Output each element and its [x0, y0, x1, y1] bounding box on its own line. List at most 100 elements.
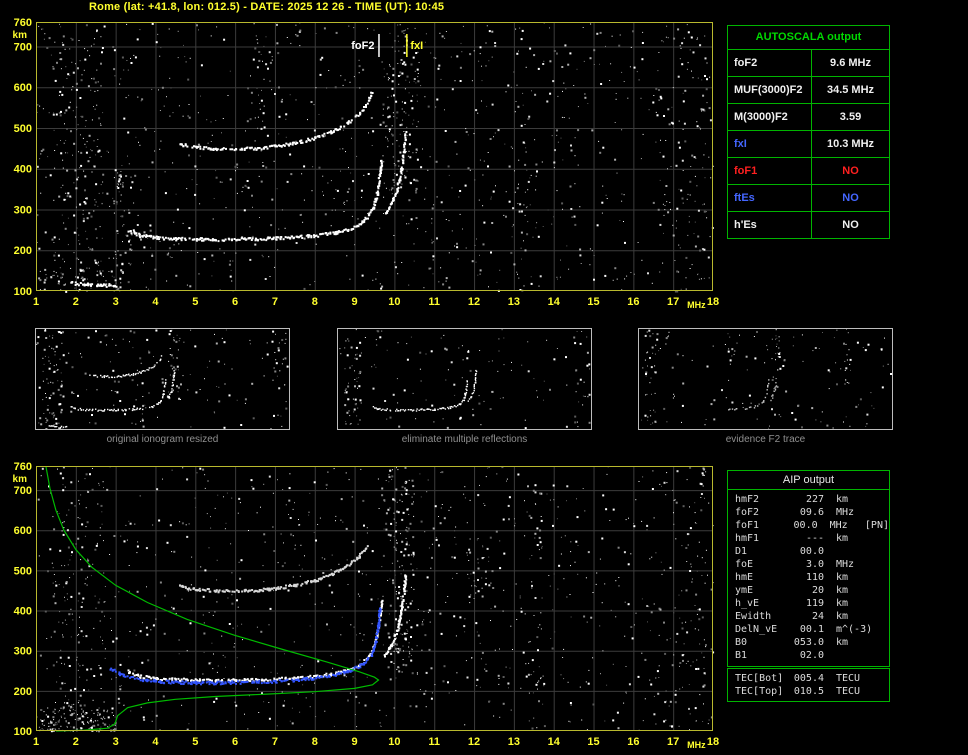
aip-row-note	[874, 532, 889, 545]
series-dots-3	[109, 607, 382, 686]
aip-row-label: B0	[735, 637, 748, 648]
aip-row-D1: D1 00.0	[728, 545, 889, 558]
noise-layer	[36, 22, 714, 293]
panel-trace-2	[89, 355, 163, 379]
aip-row-value: 24	[811, 611, 824, 622]
aip-row-foE: foE 3.0 MHz	[728, 558, 889, 571]
autoscala-row-foF2: foF2 9.6 MHz	[728, 49, 889, 76]
autoscala-row-fxI: fxI 10.3 MHz	[728, 130, 889, 157]
autoscala-row-value: NO	[842, 192, 859, 204]
aip-row-note	[874, 685, 889, 698]
svg-text:2: 2	[73, 296, 79, 308]
aip-row-note	[874, 558, 889, 571]
aip-row-h_vE: h_vE 119 km	[728, 597, 889, 610]
aip-row-label: Ewidth	[735, 611, 772, 622]
svg-text:600: 600	[14, 82, 32, 94]
marker-label-foF2: foF2	[351, 40, 374, 52]
aip-row-unit: TECU	[836, 686, 861, 697]
aip-row-value: 227	[805, 494, 824, 505]
panel-trace-1	[467, 369, 478, 402]
aip-row-label: ymE	[735, 585, 754, 596]
aip-row-DelN_vE: DelN_vE 00.1 m^(-3)	[728, 623, 889, 636]
aip-row-note	[874, 493, 889, 506]
aip-row-label: TEC[Bot]	[735, 673, 784, 684]
noise-layer	[36, 329, 289, 431]
aip-row-TEC[Bot]: TEC[Bot] 005.4 TECU	[728, 672, 889, 685]
autoscala-row-value: NO	[842, 219, 859, 231]
aip-row-unit: MHz	[836, 507, 855, 518]
autoscala-row-value: NO	[842, 165, 859, 177]
svg-text:200: 200	[14, 245, 32, 257]
svg-text:13: 13	[508, 296, 520, 308]
panel-2-caption: eliminate multiple reflections	[401, 434, 528, 445]
svg-text:9: 9	[352, 296, 358, 308]
x-axis-unit: MHz	[687, 740, 706, 750]
autoscala-row-value: 9.6 MHz	[830, 57, 871, 69]
aip-row-hmF2: hmF2 227 km	[728, 493, 889, 506]
aip-row-note	[874, 636, 889, 649]
svg-text:300: 300	[14, 204, 32, 216]
autoscala-table: AUTOSCALA output foF2 9.6 MHz MUF(3000)F2 3…	[727, 25, 890, 239]
autoscala-row-ftEs: ftEs NO	[728, 184, 889, 211]
noise-layer	[641, 329, 892, 429]
y-axis-unit: km	[13, 30, 28, 41]
aip-row-unit: m^(-3)	[836, 624, 873, 635]
svg-text:12: 12	[468, 296, 480, 308]
series-dots-2	[179, 91, 374, 152]
aip-row-label: hmF2	[735, 494, 760, 505]
aip-table-body: hmF2 227 km foF2 09.6 MHz foF1 00.0 MHz [PN] hmF1 -…	[728, 493, 889, 662]
bottom-ionogram: 1 2 3 4 5 6 7 8 9 10 11 12 13 14 15 16 17 18 MHz 760 700 600 5…	[0, 452, 730, 754]
autoscala-row-label: MUF(3000)F2	[728, 77, 812, 103]
panel-eliminate-reflections: eliminate multiple reflections	[337, 328, 592, 445]
series-dots-0	[127, 159, 384, 243]
aip-row-unit: km	[836, 598, 849, 609]
x-axis-unit: MHz	[687, 300, 706, 310]
top-ionogram: foF2 fxI 1 2 3 4 5 6 7 8 9 10 11 12 13 14 15 16 17 18 MHz 760…	[0, 0, 730, 318]
aip-row-B0: B0 053.0 km	[728, 636, 889, 649]
autoscala-row-label: fxI	[728, 131, 812, 157]
aip-row-foF1: foF1 00.0 MHz [PN]	[728, 519, 889, 532]
svg-text:4: 4	[152, 296, 159, 308]
panel-1-plot	[35, 328, 290, 431]
panel-1-caption: original ionogram resized	[106, 434, 219, 445]
aip-row-value: 010.5	[793, 686, 824, 697]
svg-text:11: 11	[428, 296, 440, 308]
autoscala-row-value: 34.5 MHz	[826, 84, 875, 96]
aip-row-ymE: ymE 20 km	[728, 584, 889, 597]
aip-table-title: AIP output	[728, 471, 889, 490]
panel-3-caption: evidence F2 trace	[725, 434, 806, 445]
aip-row-unit	[824, 545, 874, 558]
autoscala-row-label: h'Es	[728, 212, 812, 238]
autoscala-row-label: foF2	[728, 50, 812, 76]
aip-row-label: TEC[Top]	[735, 686, 784, 697]
noise-layer	[339, 329, 591, 430]
aip-row-hmE: hmE 110 km	[728, 571, 889, 584]
aip-row-value: 053.0	[793, 637, 824, 648]
svg-text:760: 760	[14, 17, 32, 29]
autoscala-row-value: 10.3 MHz	[826, 138, 875, 150]
aip-table: AIP output hmF2 227 km foF2 09.6 MHz foF1 00.0 M…	[727, 470, 890, 667]
aip-row-unit: km	[836, 585, 849, 596]
autoscala-window: Rome (lat: +41.8, lon: 012.5) - DATE: 20…	[0, 0, 968, 755]
autoscala-table-body: foF2 9.6 MHz MUF(3000)F2 34.5 MHz M(3000)F2 3…	[728, 49, 889, 238]
grid	[37, 467, 712, 730]
panel-trace-3	[48, 425, 68, 429]
autoscala-row-foF1: foF1 NO	[728, 157, 889, 184]
axis-labels: 1 2 3 4 5 6 7 8 9 10 11 12 13 14 15 16 17 18MHz7607006005…	[13, 17, 720, 310]
aip-row-value: 02.0	[799, 650, 824, 661]
svg-text:14: 14	[548, 296, 561, 308]
aip-row-label: D1	[735, 546, 748, 557]
svg-text:17: 17	[667, 296, 679, 308]
grid	[37, 23, 712, 290]
autoscala-row-MUF(3000)F2: MUF(3000)F2 34.5 MHz	[728, 76, 889, 103]
aip-row-value: 3.0	[805, 559, 824, 570]
aip-row-label: foF2	[735, 507, 760, 518]
svg-text:400: 400	[14, 164, 32, 176]
panel-trace-1	[167, 370, 176, 399]
aip-row-note	[874, 584, 889, 597]
svg-text:5: 5	[192, 296, 198, 308]
aip-row-value: 09.6	[799, 507, 824, 518]
aip-row-label: hmE	[735, 572, 754, 583]
aip-row-value: 005.4	[793, 673, 824, 684]
aip-row-value: 20	[811, 585, 824, 596]
